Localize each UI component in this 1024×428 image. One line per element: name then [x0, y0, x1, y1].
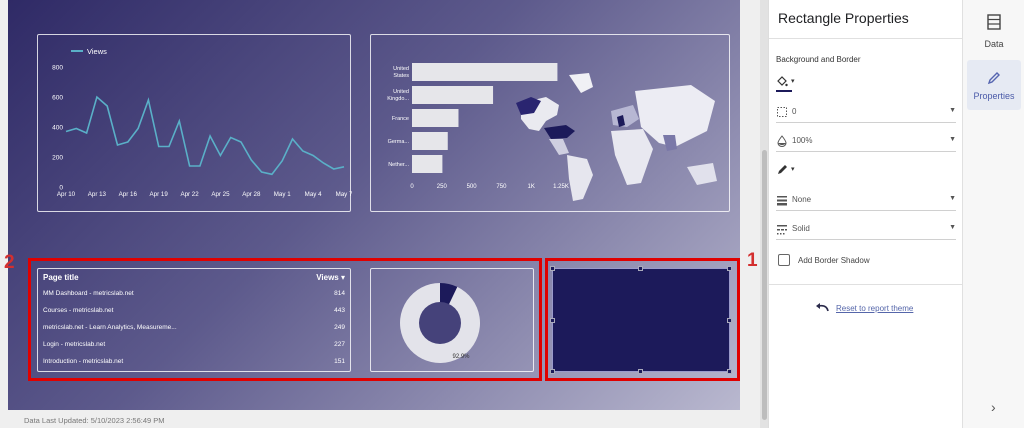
- highlight-box-2: [28, 258, 542, 381]
- geo-svg: UnitedStatesUnitedKingdo...FranceGerma..…: [387, 63, 717, 201]
- y-tick-label: 800: [52, 65, 63, 72]
- bar-category-label: United: [393, 66, 409, 72]
- pencil-icon: [778, 165, 787, 174]
- pencil-icon: [987, 72, 1000, 85]
- dropdown-arrow-icon: ▼: [949, 107, 956, 114]
- background-color-picker[interactable]: ▾: [776, 74, 956, 92]
- data-last-updated: Data Last Updated: 5/10/2023 2:56:49 PM: [24, 416, 165, 425]
- map-central-america: [549, 139, 569, 155]
- line-weight-icon: [777, 196, 787, 206]
- map-india: [663, 135, 677, 151]
- map-europe: [611, 105, 639, 127]
- canvas-scrollbar-thumb[interactable]: [762, 150, 767, 420]
- dropdown-arrow-icon: ▼: [949, 136, 956, 143]
- border-style-select[interactable]: Solid ▼: [776, 221, 956, 239]
- x-tick-label: Apr 22: [180, 191, 199, 198]
- panel-divider: [769, 38, 963, 39]
- field-underline: [776, 210, 956, 211]
- map-greenland: [569, 73, 593, 93]
- bar-x-tick-label: 750: [496, 184, 507, 190]
- border-shadow-label: Add Border Shadow: [798, 256, 870, 265]
- views-series-line: [65, 95, 345, 176]
- panel-title: Rectangle Properties: [778, 10, 909, 26]
- x-tick-label: May 1: [274, 191, 291, 198]
- x-tick-label: Apr 28: [242, 191, 261, 198]
- map-south-america: [567, 155, 593, 201]
- bar-category-label: Kingdo...: [387, 96, 409, 102]
- dropdown-arrow-icon: ▼: [949, 224, 956, 231]
- bar-category-label: France: [392, 116, 409, 122]
- corner-radius-icon: [777, 107, 787, 117]
- x-tick-label: Apr 10: [57, 191, 76, 198]
- panel-divider: [769, 284, 963, 285]
- bar-x-tick-label: 1K: [528, 184, 535, 190]
- x-tick-label: Apr 13: [88, 191, 107, 198]
- y-tick-label: 400: [52, 125, 63, 132]
- undo-icon[interactable]: [815, 302, 829, 312]
- opacity-icon: [777, 135, 787, 147]
- tab-data[interactable]: Data: [967, 8, 1021, 58]
- border-weight-select[interactable]: None ▼: [776, 192, 956, 210]
- border-shadow-checkbox[interactable]: [778, 254, 790, 266]
- bar[interactable]: [412, 109, 459, 127]
- x-tick-label: Apr 25: [211, 191, 230, 198]
- geo-chart[interactable]: United States United Kingdo... France Germa..…: [370, 34, 730, 212]
- field-underline: [776, 151, 956, 152]
- x-tick-label: Apr 19: [150, 191, 169, 198]
- chevron-right-icon[interactable]: ›: [991, 399, 996, 415]
- bar-category-label: United: [393, 89, 409, 95]
- fill-bucket-icon: [777, 76, 788, 87]
- y-tick-label: 200: [52, 155, 63, 162]
- timeseries-chart[interactable]: Views 800 600 400 200 0 Apr 10 Apr 13 Apr 16 Ap…: [37, 34, 352, 212]
- marker-2: 2: [4, 252, 15, 273]
- highlight-box-1: [545, 258, 740, 381]
- opacity-select[interactable]: 100% ▼: [776, 133, 956, 151]
- map-australia: [687, 163, 717, 185]
- fill-color-swatch: [776, 90, 792, 92]
- chevron-down-icon: ▾: [791, 78, 795, 85]
- legend-label: Views: [87, 47, 107, 56]
- chevron-down-icon: ▾: [791, 166, 795, 173]
- bar-category-label: States: [393, 73, 409, 79]
- bar-category-label: Germa...: [388, 139, 410, 145]
- x-tick-label: May 7: [336, 191, 352, 198]
- y-tick-label: 600: [52, 95, 63, 102]
- properties-panel: Rectangle Properties Background and Bord…: [768, 0, 963, 428]
- bar[interactable]: [412, 63, 558, 81]
- bar-x-tick-label: 0: [410, 184, 414, 190]
- x-tick-label: Apr 16: [119, 191, 138, 198]
- section-label: Background and Border: [776, 55, 861, 64]
- bar[interactable]: [412, 132, 448, 150]
- timeseries-svg: Views 8006004002000 Apr 10 Apr 13 Apr 16 Ap…: [52, 47, 352, 198]
- data-table-icon: [987, 14, 1001, 30]
- side-tab-bar: Data Properties: [962, 0, 1024, 428]
- bar-x-tick-label: 250: [437, 184, 448, 190]
- bar[interactable]: [412, 86, 494, 104]
- x-tick-label: May 4: [305, 191, 322, 198]
- border-radius-select[interactable]: 0 ▼: [776, 104, 956, 122]
- bar-category-label: Nether...: [388, 162, 409, 168]
- field-underline: [776, 122, 956, 123]
- bar-x-tick-label: 1.25K: [553, 184, 569, 190]
- reset-theme-link[interactable]: Reset to report theme: [836, 304, 913, 313]
- marker-1: 1: [747, 250, 758, 271]
- line-style-icon: [777, 225, 787, 235]
- dropdown-arrow-icon: ▼: [949, 195, 956, 202]
- bar-x-tick-label: 500: [467, 184, 478, 190]
- bar[interactable]: [412, 155, 443, 173]
- world-map: [516, 73, 717, 201]
- map-africa: [611, 129, 653, 185]
- border-color-picker[interactable]: ▾: [776, 162, 956, 180]
- map-usa: [544, 125, 575, 139]
- tab-properties[interactable]: Properties: [967, 60, 1021, 110]
- field-underline: [776, 239, 956, 240]
